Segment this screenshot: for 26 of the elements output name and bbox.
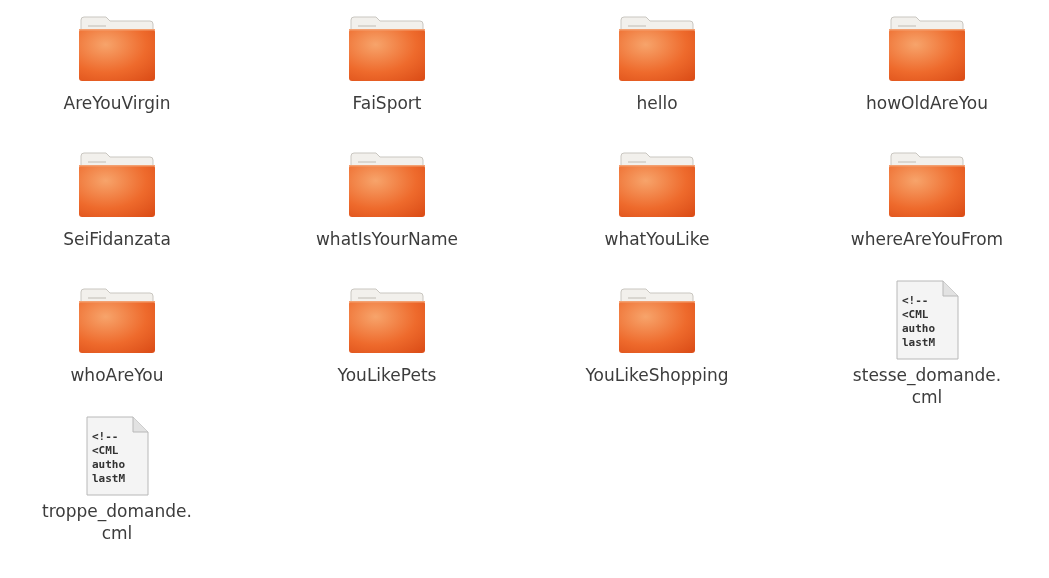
file-name: troppe_domande.cml (41, 500, 193, 544)
folder-name: YouLikeShopping (585, 364, 729, 386)
text-file-icon: <!-- <CML autho lastM (895, 280, 959, 360)
folder-icon (888, 16, 966, 82)
folder-name: SeiFidanzata (63, 228, 171, 250)
folder-name: FaiSport (352, 92, 422, 114)
folder-name: AreYouVirgin (63, 92, 171, 114)
folder-icon (618, 152, 696, 218)
folder-name: hello (636, 92, 678, 114)
folder-icon (78, 152, 156, 218)
folder-icon (348, 152, 426, 218)
folder-name: whatIsYourName (315, 228, 459, 250)
folder-icon (78, 16, 156, 82)
folder-icon (348, 16, 426, 82)
folder-icon (618, 16, 696, 82)
folder-name: whatYouLike (604, 228, 710, 250)
folder-name: YouLikePets (337, 364, 437, 386)
folder-name: howOldAreYou (866, 92, 988, 114)
folder-icon (888, 152, 966, 218)
file-name: stesse_domande.cml (851, 364, 1003, 408)
text-file-icon: <!-- <CML autho lastM (85, 416, 149, 496)
folder-icon (78, 288, 156, 354)
folder-icon (618, 288, 696, 354)
folder-icon (348, 288, 426, 354)
folder-name: whereAreYouFrom (850, 228, 1004, 250)
folder-name: whoAreYou (70, 364, 164, 386)
